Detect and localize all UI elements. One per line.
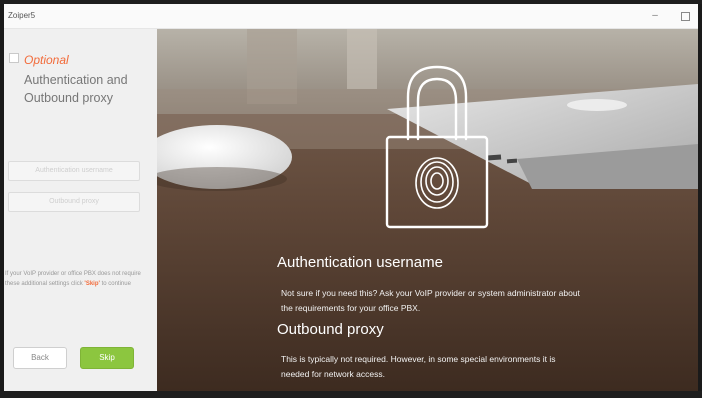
window-title: Zoiper5 [8, 11, 36, 20]
minimize-button[interactable]: – [644, 8, 666, 24]
background-photo [157, 29, 698, 391]
optional-checkbox[interactable] [9, 53, 19, 63]
screen-frame-bottom [0, 391, 702, 398]
skip-button[interactable]: Skip [80, 347, 134, 369]
optional-label: Optional [24, 53, 69, 67]
info-panel: Authentication username Not sure if you … [157, 29, 698, 391]
step-heading: Authentication and Outbound proxy [24, 73, 128, 105]
maximize-button[interactable] [674, 8, 696, 24]
wizard-sidebar: Optional Authentication and Outbound pro… [4, 29, 157, 391]
outbound-proxy-field[interactable]: Outbound proxy [8, 192, 140, 212]
skip-help-text: If your VoIP provider or office PBX does… [5, 269, 150, 289]
back-button[interactable]: Back [13, 347, 67, 369]
maximize-icon [680, 12, 690, 21]
title-bar: Zoiper5 – [4, 4, 698, 29]
zoiper-window: Zoiper5 – Optional Authentication and Ou… [4, 4, 698, 391]
help-skip-word: 'Skip' [84, 281, 100, 287]
authentication-description: Not sure if you need this? Ask your VoIP… [281, 288, 580, 313]
outbound-proxy-description: This is typically not required. However,… [281, 354, 556, 379]
help-suffix: to continue [99, 281, 131, 287]
outbound-proxy-title: Outbound proxy [277, 321, 384, 338]
authentication-username-field[interactable]: Authentication username [8, 161, 140, 181]
authentication-title: Authentication username [277, 254, 443, 271]
